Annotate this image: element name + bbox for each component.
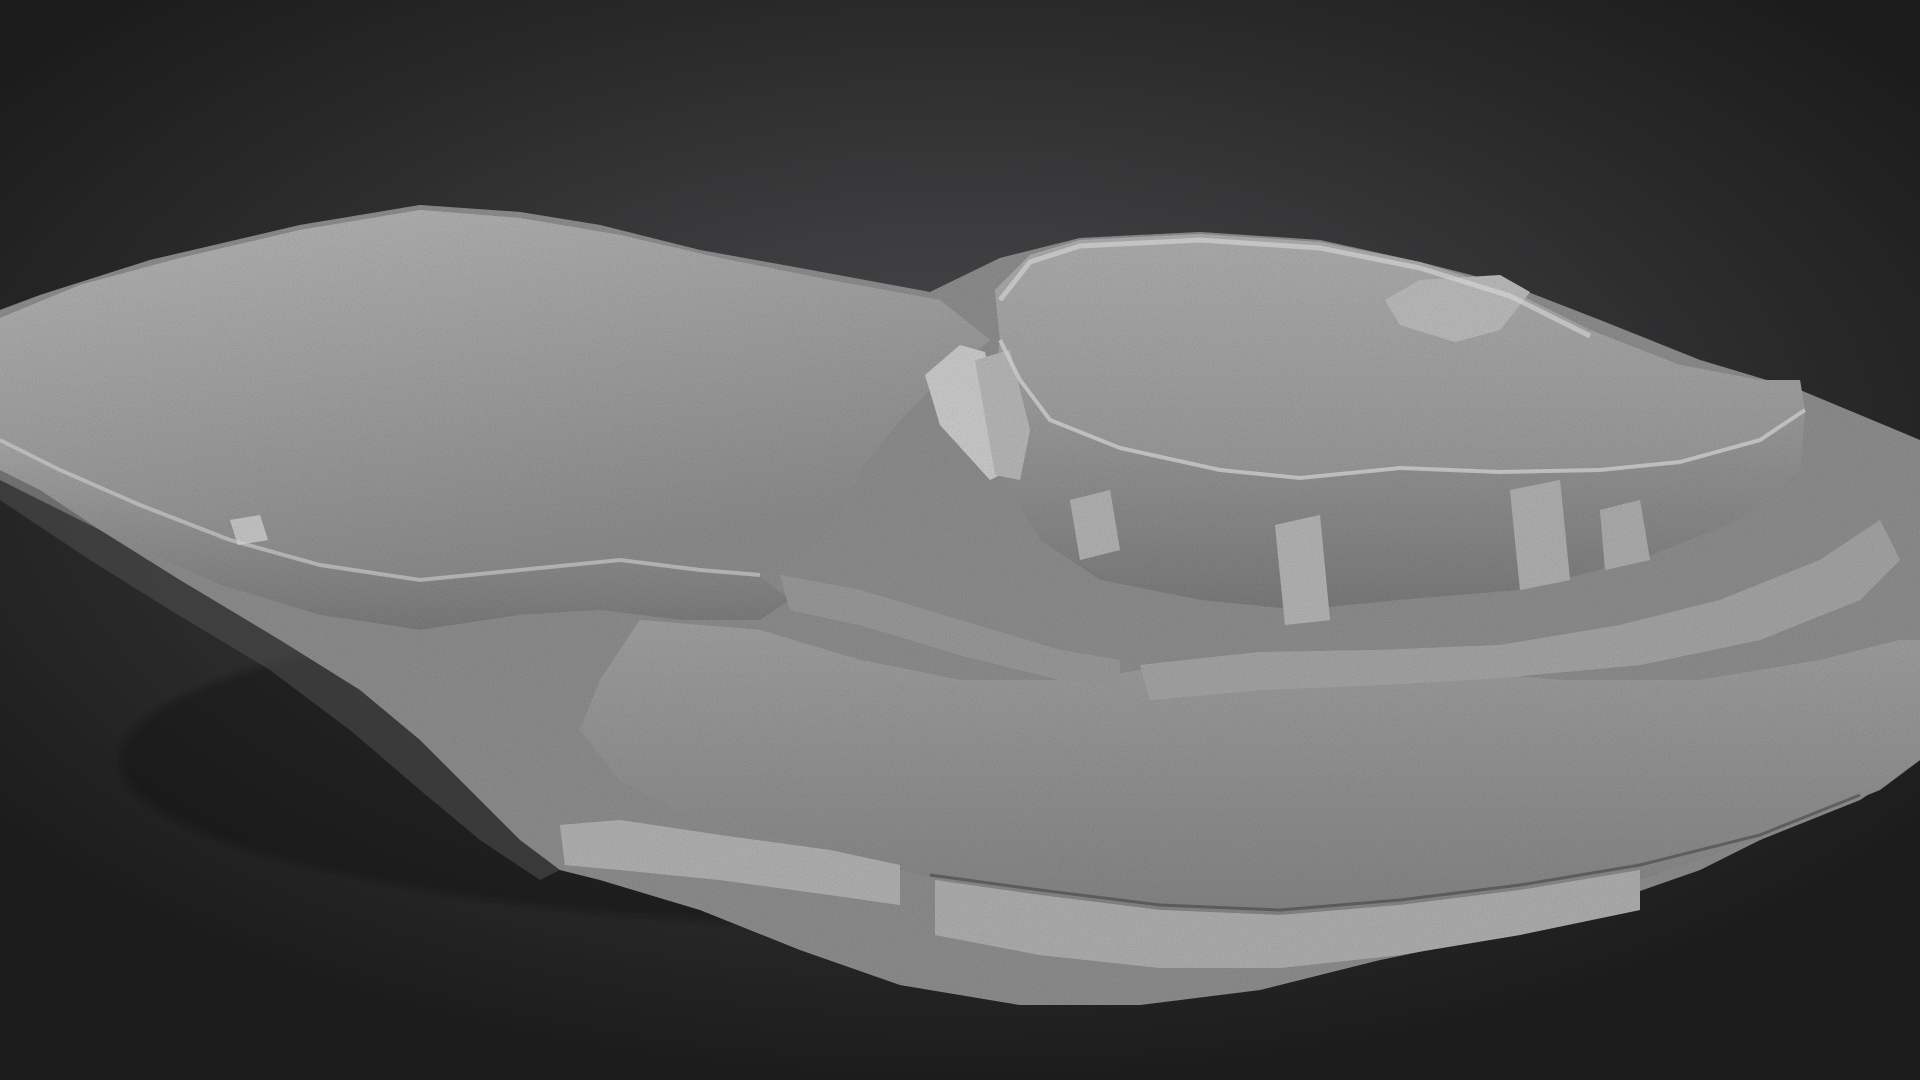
ruin-model-render [0, 205, 1920, 1005]
buttress-3 [1510, 480, 1570, 590]
3d-viewport[interactable] [0, 0, 1920, 1080]
